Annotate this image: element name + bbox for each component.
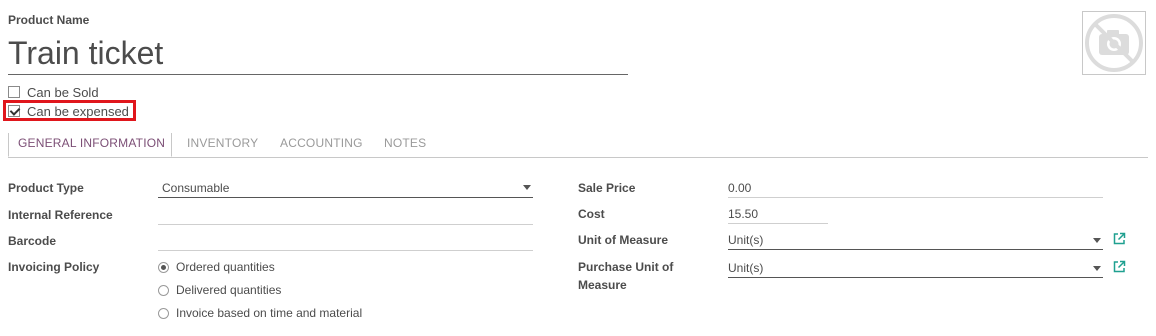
internal-reference-label: Internal Reference	[8, 208, 113, 222]
notebook-tabs: GENERAL INFORMATION INVENTORY ACCOUNTING…	[8, 132, 1148, 158]
chevron-down-icon	[1093, 266, 1101, 271]
barcode-label: Barcode	[8, 234, 57, 248]
invoicing-option-label: Invoice based on time and material	[176, 306, 363, 320]
can-be-sold-label: Can be Sold	[27, 84, 99, 100]
tab-inventory[interactable]: INVENTORY	[187, 136, 258, 150]
product-type-label: Product Type	[8, 181, 84, 195]
chevron-down-icon	[1093, 238, 1101, 243]
internal-reference-input[interactable]	[158, 206, 533, 225]
radio-time-material[interactable]	[158, 307, 169, 319]
invoicing-option-ordered[interactable]: Ordered quantities	[158, 259, 275, 275]
radio-delivered[interactable]	[158, 284, 169, 296]
invoicing-option-label: Delivered quantities	[176, 283, 282, 297]
purchase-unit-value: Unit(s)	[728, 261, 764, 275]
invoicing-option-time-material[interactable]: Invoice based on time and material	[158, 305, 362, 321]
product-image[interactable]	[1082, 11, 1146, 75]
unit-of-measure-select[interactable]: Unit(s)	[728, 231, 1103, 250]
invoicing-option-delivered[interactable]: Delivered quantities	[158, 282, 281, 298]
can-be-sold-option[interactable]: Can be Sold	[8, 84, 99, 100]
cost-input[interactable]: 15.50	[728, 205, 828, 224]
barcode-input[interactable]	[158, 232, 533, 251]
tab-notes[interactable]: NOTES	[384, 136, 426, 150]
no-camera-icon	[1085, 14, 1143, 72]
radio-ordered[interactable]	[158, 261, 169, 273]
tab-general-information[interactable]: GENERAL INFORMATION	[18, 136, 165, 150]
sale-price-input[interactable]: 0.00	[728, 179, 1103, 198]
tab-accounting[interactable]: ACCOUNTING	[280, 136, 363, 150]
product-type-value: Consumable	[162, 181, 230, 195]
product-name-input[interactable]: Train ticket	[8, 32, 628, 75]
product-name-label: Product Name	[8, 13, 90, 27]
purchase-unit-label-line2: Measure	[578, 278, 627, 292]
product-type-select[interactable]: Consumable	[158, 179, 533, 198]
external-link-icon[interactable]	[1112, 260, 1126, 274]
external-link-icon[interactable]	[1112, 232, 1126, 246]
invoicing-option-label: Ordered quantities	[176, 260, 275, 274]
sale-price-label: Sale Price	[578, 181, 636, 195]
highlight-box	[3, 100, 136, 121]
purchase-unit-label: Purchase Unit of	[578, 260, 674, 274]
unit-of-measure-label: Unit of Measure	[578, 233, 669, 247]
invoicing-policy-label: Invoicing Policy	[8, 260, 100, 274]
unit-of-measure-value: Unit(s)	[728, 233, 764, 247]
chevron-down-icon	[523, 185, 531, 190]
purchase-unit-select[interactable]: Unit(s)	[728, 259, 1103, 278]
cost-label: Cost	[578, 207, 605, 221]
can-be-sold-checkbox[interactable]	[8, 86, 20, 98]
